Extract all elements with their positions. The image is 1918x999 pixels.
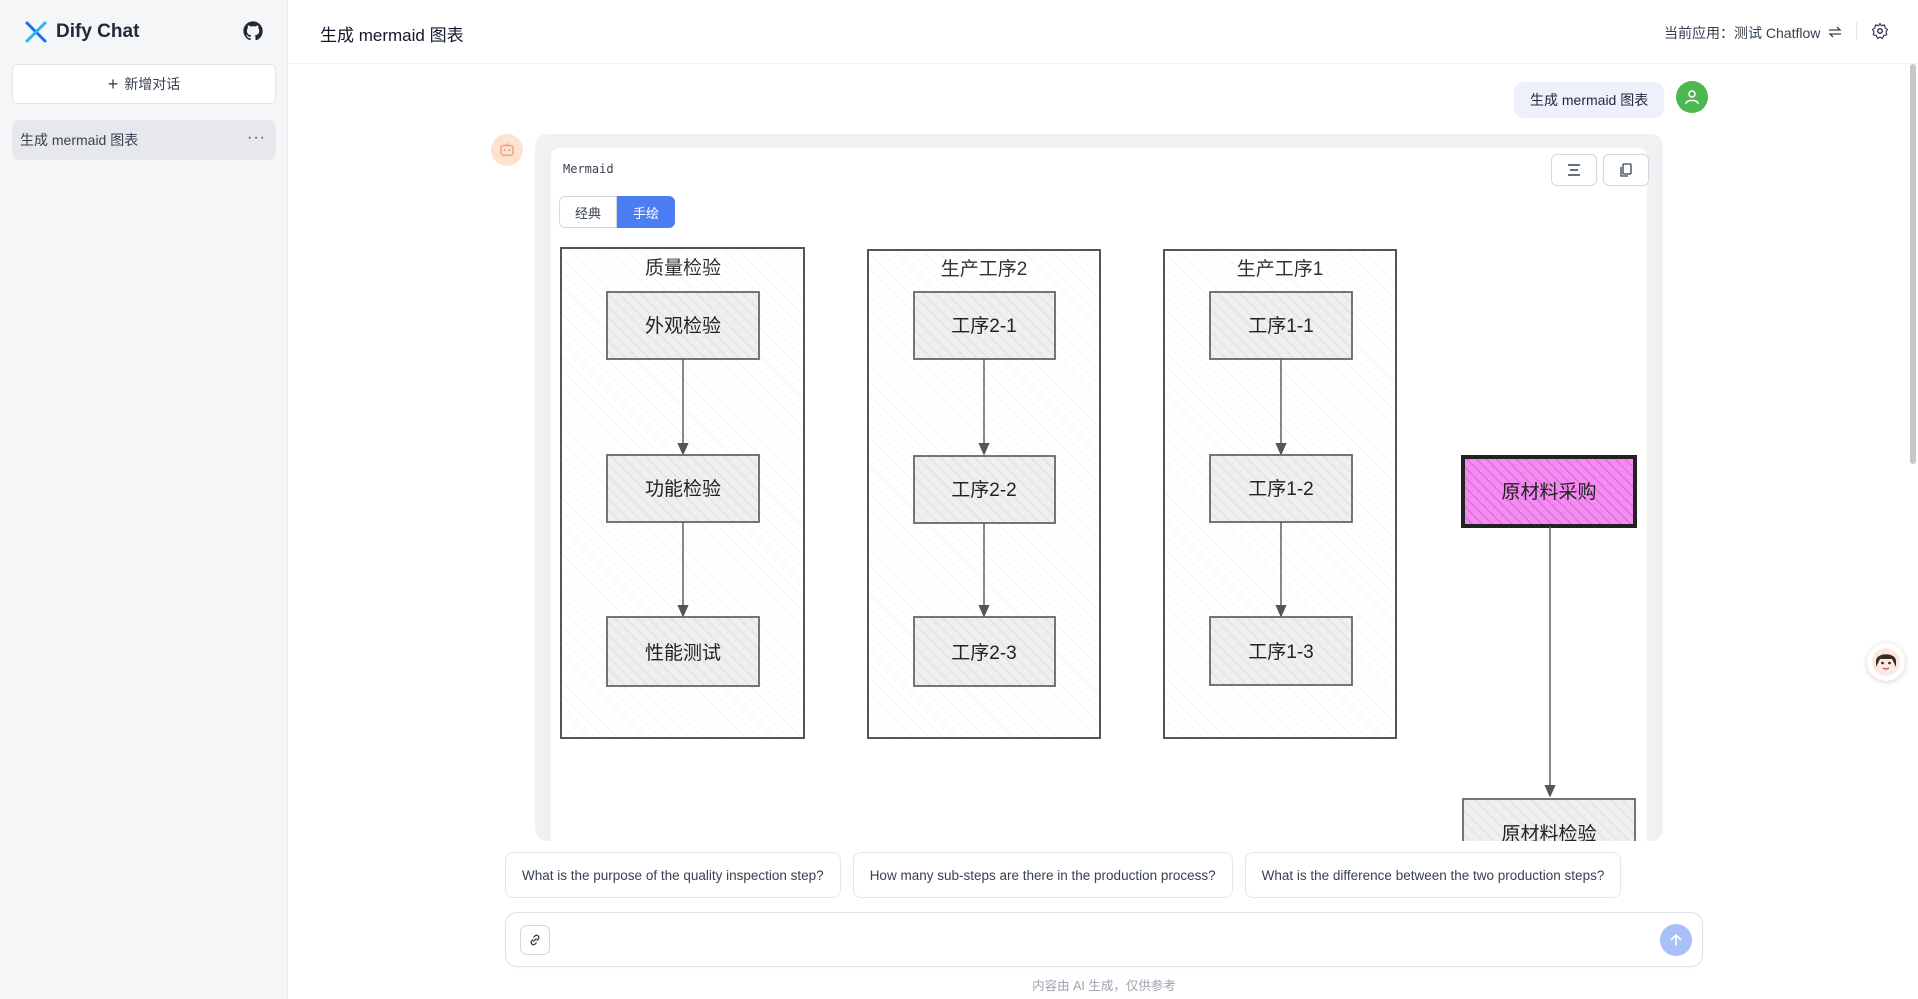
node-label: 工序2-3 <box>951 642 1016 664</box>
subgraph-title: 生产工序1 <box>1237 258 1324 280</box>
subgraph-production-1: 生产工序1 工序1-1 工序1-2 工序1-3 <box>1163 249 1397 739</box>
subgraph-title: 质量检验 <box>645 257 721 279</box>
node-label: 工序1-3 <box>1248 641 1313 663</box>
raw-material-flow: 原材料采购 原材料检验 <box>1461 455 1637 841</box>
more-icon[interactable]: ··· <box>247 129 266 147</box>
message-input[interactable] <box>562 925 1626 957</box>
sidebar: Dify Chat + 新增对话 生成 mermaid 图表 ··· <box>0 0 288 999</box>
user-message-text: 生成 mermaid 图表 <box>1530 92 1649 108</box>
dify-logo-icon <box>25 21 47 43</box>
node-label: 外观检验 <box>645 315 721 337</box>
current-app-switcher[interactable]: 当前应用：测试 Chatflow <box>1664 23 1842 43</box>
robot-icon <box>500 143 514 156</box>
send-button[interactable] <box>1660 924 1692 956</box>
scrollbar[interactable] <box>1910 64 1916 464</box>
subgraph-production-2: 生产工序2 工序2-1 工序2-2 工序2-3 <box>867 249 1101 739</box>
new-chat-button[interactable]: + 新增对话 <box>12 64 276 104</box>
chat-input-box <box>505 912 1703 967</box>
link-icon <box>530 934 540 946</box>
bot-message: Mermaid 经典 手绘 质量检验 外观检验 功能检验 性能测试 生产工序2 … <box>535 134 1663 841</box>
attach-button[interactable] <box>520 925 550 955</box>
assistant-helper-avatar[interactable] <box>1867 643 1905 681</box>
gear-icon[interactable] <box>1871 22 1889 40</box>
current-app-label: 当前应用： <box>1664 25 1734 41</box>
node-label: 工序2-1 <box>951 315 1016 337</box>
swap-icon[interactable] <box>1828 26 1842 38</box>
user-icon <box>1685 90 1699 104</box>
new-chat-label: 新增对话 <box>124 76 181 92</box>
page-title: 生成 mermaid 图表 <box>320 26 464 45</box>
mermaid-diagram: 质量检验 外观检验 功能检验 性能测试 生产工序2 工序2-1 工序2-2 工序… <box>560 247 1637 841</box>
github-icon[interactable] <box>242 20 264 42</box>
suggestion-item[interactable]: What is the difference between the two p… <box>1244 852 1622 898</box>
subgraph-quality: 质量检验 外观检验 功能检验 性能测试 <box>560 247 805 739</box>
face-avatar-icon <box>1872 648 1900 676</box>
current-app-name: 测试 Chatflow <box>1734 25 1821 41</box>
node-label: 性能测试 <box>645 642 721 664</box>
plus-icon: + <box>107 74 119 94</box>
mermaid-card: Mermaid 经典 手绘 质量检验 外观检验 功能检验 性能测试 生产工序2 … <box>551 148 1649 841</box>
node-label: 工序1-1 <box>1248 315 1313 337</box>
user-avatar <box>1676 81 1708 113</box>
bot-avatar <box>491 134 523 166</box>
node-label: 原材料检验 <box>1501 823 1596 841</box>
suggestion-item[interactable]: What is the purpose of the quality inspe… <box>505 852 841 898</box>
node-label: 工序2-2 <box>951 479 1016 501</box>
conversation-item[interactable]: 生成 mermaid 图表 ··· <box>12 120 276 160</box>
ai-disclaimer: 内容由 AI 生成，仅供参考 <box>1032 979 1176 993</box>
node-label: 工序1-2 <box>1248 478 1313 500</box>
suggested-questions: What is the purpose of the quality inspe… <box>505 852 1622 898</box>
conversation-label: 生成 mermaid 图表 <box>20 132 139 148</box>
brand-name: Dify Chat <box>56 21 140 42</box>
header: 生成 mermaid 图表 当前应用：测试 Chatflow <box>289 0 1918 64</box>
subgraph-title: 生产工序2 <box>941 258 1028 280</box>
header-divider <box>1856 22 1857 40</box>
user-message: 生成 mermaid 图表 <box>1514 82 1665 118</box>
node-label: 功能检验 <box>645 478 721 500</box>
brand[interactable]: Dify Chat <box>24 18 139 46</box>
arrow-up-icon <box>1670 933 1682 946</box>
node-label: 原材料采购 <box>1501 481 1596 503</box>
suggestion-item[interactable]: How many sub-steps are there in the prod… <box>852 852 1233 898</box>
